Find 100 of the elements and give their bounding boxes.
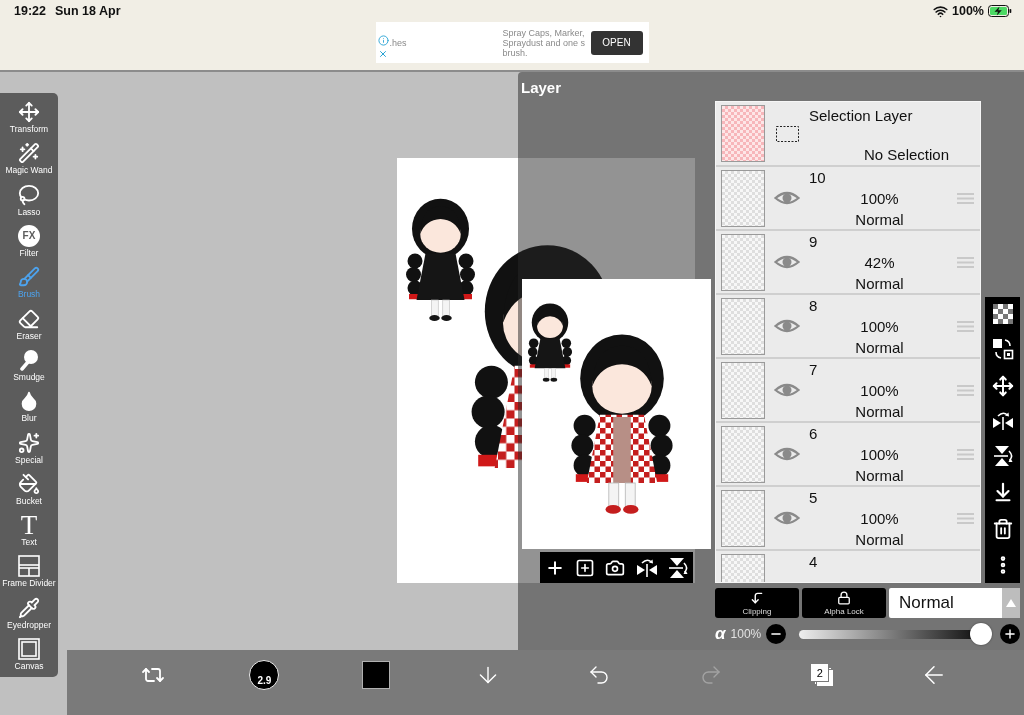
drag-handle-icon[interactable] bbox=[956, 512, 974, 524]
layer-row[interactable]: 6 100% Normal bbox=[716, 423, 980, 487]
layer-thumbnail bbox=[721, 297, 765, 355]
fx-icon: FX bbox=[18, 225, 40, 248]
swap-layers-icon[interactable] bbox=[991, 338, 1014, 361]
tool-button[interactable]: Blur bbox=[0, 386, 58, 428]
lasso-icon bbox=[18, 183, 40, 206]
minus-button[interactable] bbox=[766, 624, 787, 644]
eye-icon[interactable] bbox=[774, 510, 800, 526]
status-time: 19:22 bbox=[14, 4, 46, 18]
ad-text: Spray Caps, Marker, Spraydust and one s brush. bbox=[502, 27, 587, 58]
layer-name: 9 bbox=[809, 232, 818, 252]
layer-name: 8 bbox=[809, 296, 818, 316]
layer-blend-mode: Normal bbox=[855, 402, 904, 421]
eraser-icon bbox=[18, 307, 40, 330]
tool-button[interactable]: Lasso bbox=[0, 179, 58, 221]
info-icon[interactable] bbox=[377, 34, 389, 46]
drag-handle-icon[interactable] bbox=[956, 320, 974, 332]
layer-name: 7 bbox=[809, 360, 818, 380]
slider-thumb[interactable] bbox=[970, 623, 992, 645]
tool-button[interactable]: Smudge bbox=[0, 344, 58, 387]
layer-opacity: 100% bbox=[860, 381, 899, 401]
tool-button[interactable]: Eraser bbox=[0, 303, 58, 345]
layer-blend-mode: Normal bbox=[855, 338, 904, 357]
drag-handle-icon[interactable] bbox=[956, 256, 974, 268]
drag-handle-icon[interactable] bbox=[956, 384, 974, 396]
selection-rect-icon bbox=[775, 125, 799, 142]
drag-handle-icon[interactable] bbox=[956, 448, 974, 460]
layer-opacity: 42% bbox=[864, 253, 895, 273]
tool-button[interactable]: T Text bbox=[0, 509, 58, 552]
layer-thumbnail bbox=[721, 425, 765, 483]
close-icon[interactable] bbox=[377, 48, 388, 59]
layer-thumbnail bbox=[721, 554, 765, 582]
layer-opacity: 100% bbox=[860, 317, 899, 337]
panel-title: Layer bbox=[521, 79, 562, 96]
square-plus-icon[interactable] bbox=[575, 557, 596, 578]
flip-vertical-icon[interactable] bbox=[992, 445, 1013, 468]
layer-row[interactable]: 9 42% Normal bbox=[716, 231, 980, 295]
ad-snippet: .hes bbox=[389, 37, 407, 48]
tool-button[interactable]: Frame Divider bbox=[0, 551, 58, 593]
plus-icon bbox=[1003, 627, 1017, 641]
trash-icon[interactable] bbox=[991, 517, 1014, 540]
status-date: Sun 18 Apr bbox=[55, 4, 121, 18]
open-button[interactable]: OPEN bbox=[590, 30, 643, 55]
tool-button[interactable]: Bucket bbox=[0, 468, 58, 510]
opacity-reading: 100% bbox=[730, 627, 762, 641]
eye-icon[interactable] bbox=[774, 382, 800, 398]
canvas-icon bbox=[18, 638, 40, 660]
layer-row[interactable]: Selection Layer No Selection bbox=[716, 102, 980, 167]
selection-status: No Selection bbox=[863, 146, 950, 163]
flip-horizontal-icon[interactable] bbox=[635, 557, 658, 578]
layer-thumbnail bbox=[721, 169, 765, 227]
flip-vertical-icon[interactable] bbox=[667, 556, 688, 579]
eyedropper-icon bbox=[18, 596, 40, 619]
clipping-arrow-icon bbox=[750, 590, 764, 605]
opacity-slider[interactable] bbox=[799, 623, 992, 645]
letter-t-icon: T bbox=[20, 514, 38, 537]
blend-mode-dropdown[interactable]: Normal bbox=[889, 588, 1020, 618]
paint-bucket-icon bbox=[18, 472, 40, 495]
smudge-icon bbox=[18, 348, 40, 371]
layer-name: 5 bbox=[809, 488, 818, 508]
layer-row[interactable]: 5 100% Normal bbox=[716, 487, 980, 551]
alpha-lock-button[interactable]: Alpha Lock bbox=[802, 588, 886, 618]
tool-button[interactable]: Magic Wand bbox=[0, 138, 58, 180]
layer-thumbnail bbox=[721, 361, 765, 419]
brush-icon bbox=[18, 266, 40, 289]
brush-size-button[interactable]: 2.9 bbox=[249, 660, 280, 690]
eye-icon[interactable] bbox=[774, 190, 800, 206]
tool-button[interactable]: FX Filter bbox=[0, 220, 58, 263]
layer-name: 6 bbox=[809, 424, 818, 444]
tool-button[interactable]: Canvas bbox=[0, 633, 58, 676]
layer-thumbnail bbox=[721, 489, 765, 547]
wifi-icon bbox=[933, 3, 948, 19]
tool-button[interactable]: Eyedropper bbox=[0, 592, 58, 634]
layer-name: 10 bbox=[809, 168, 826, 188]
alpha-symbol: α bbox=[715, 624, 726, 644]
checkerboard-icon[interactable] bbox=[992, 304, 1013, 325]
layer-opacity: 100% bbox=[860, 509, 899, 529]
layer-row[interactable]: 7 100% Normal bbox=[716, 359, 980, 423]
drag-handle-icon[interactable] bbox=[956, 192, 974, 204]
layer-thumbnail bbox=[721, 105, 765, 162]
plus-button[interactable] bbox=[1000, 624, 1020, 644]
tool-button[interactable]: Special bbox=[0, 427, 58, 469]
layer-row[interactable]: 10 100% Normal bbox=[716, 167, 980, 231]
layer-name: Selection Layer bbox=[809, 107, 913, 124]
tool-button[interactable]: Transform bbox=[0, 97, 58, 139]
flip-horizontal-icon[interactable] bbox=[991, 410, 1014, 431]
layer-blend-mode: Normal bbox=[855, 530, 904, 549]
lock-icon bbox=[837, 590, 851, 605]
layer-row[interactable]: 8 100% Normal bbox=[716, 295, 980, 359]
color-swatch[interactable] bbox=[362, 661, 390, 689]
eye-icon[interactable] bbox=[774, 254, 800, 270]
layer-blend-mode: Normal bbox=[855, 466, 904, 485]
eye-icon[interactable] bbox=[774, 446, 800, 462]
layer-opacity: 100% bbox=[860, 189, 899, 209]
clipping-button[interactable]: Clipping bbox=[715, 588, 799, 618]
magic-wand-icon bbox=[18, 142, 40, 165]
move-arrows-icon[interactable] bbox=[991, 374, 1014, 397]
layer-blend-mode: Normal bbox=[855, 210, 904, 229]
eye-icon[interactable] bbox=[774, 318, 800, 334]
